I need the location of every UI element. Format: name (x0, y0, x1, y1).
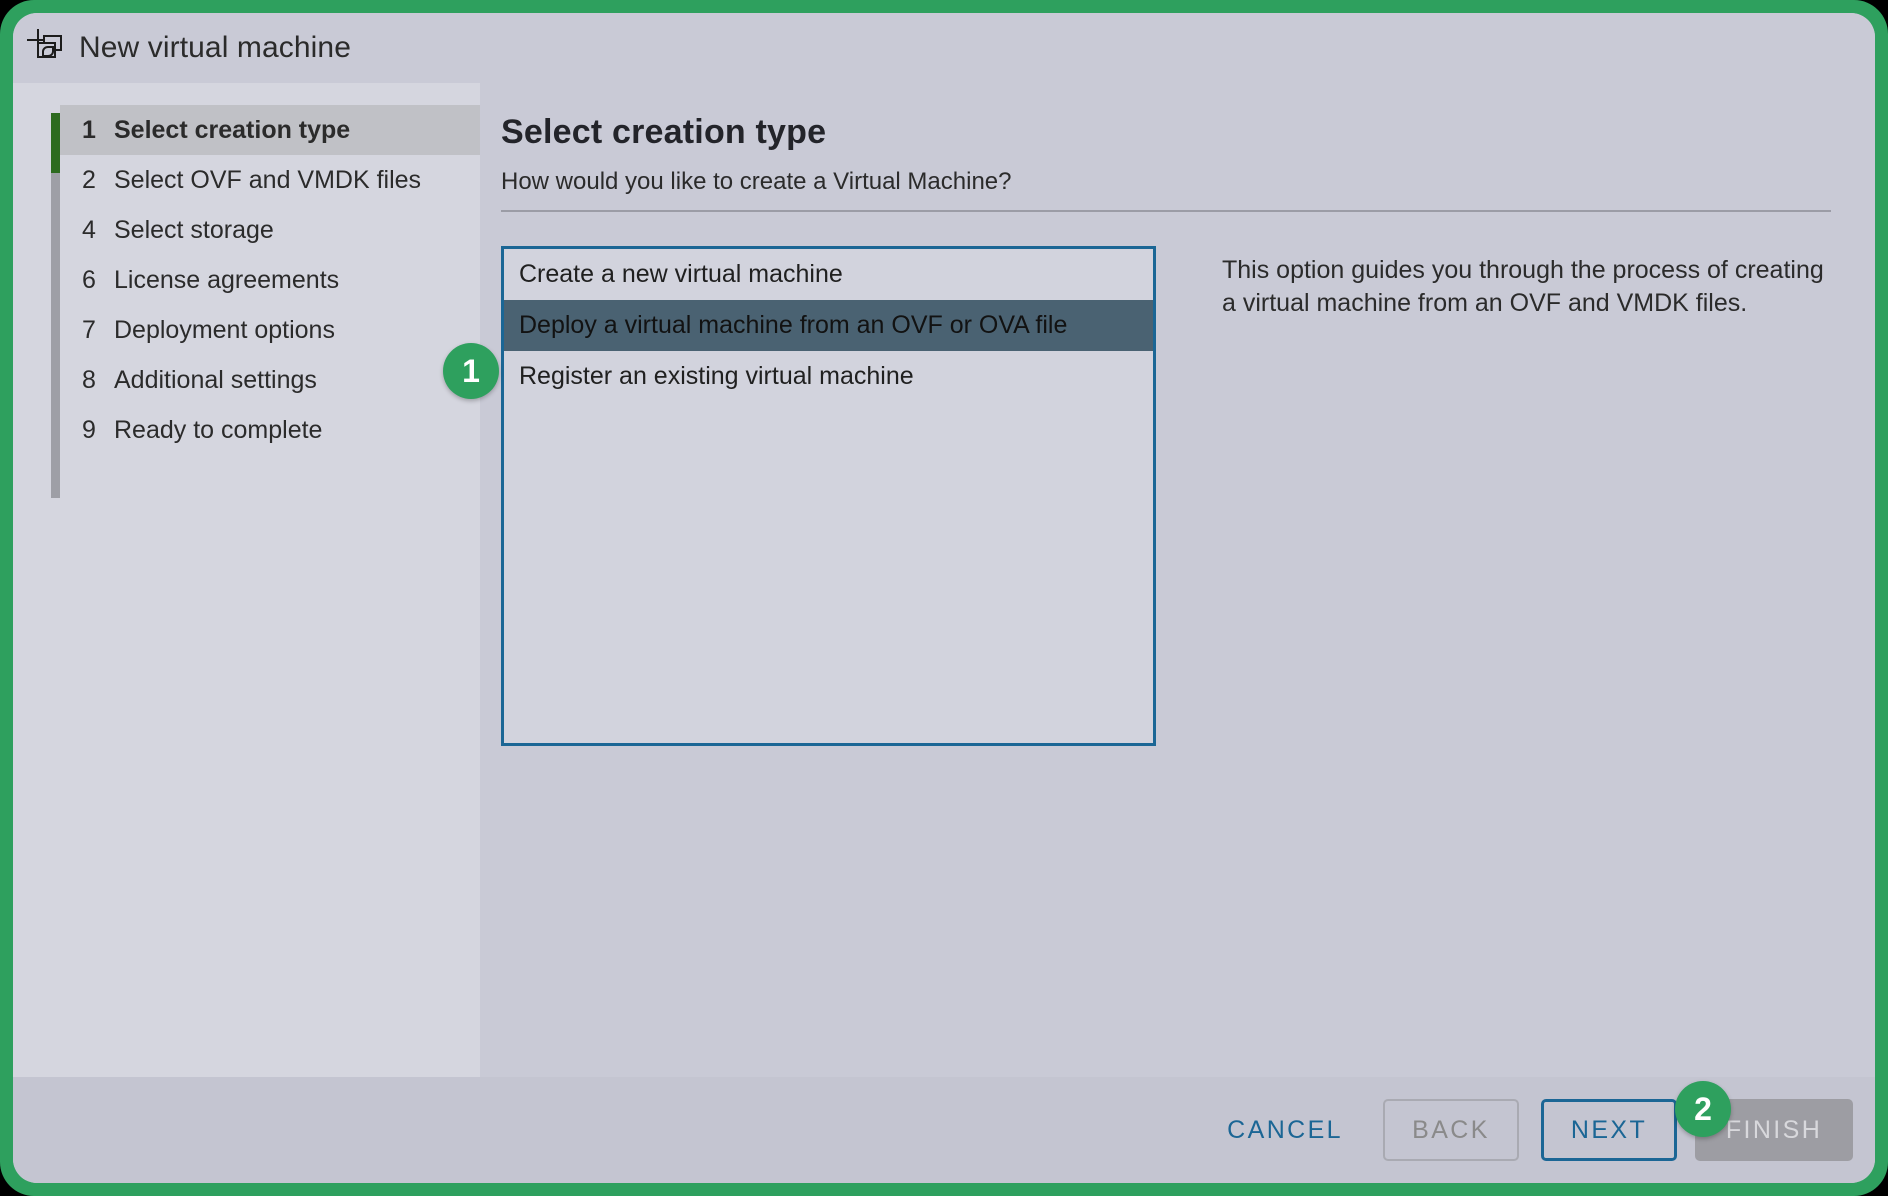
step-label: Select creation type (114, 115, 351, 144)
step-number: 1 (82, 115, 96, 144)
header-divider (501, 210, 1831, 212)
sidebar-step-1[interactable]: 1 Select creation type (60, 105, 480, 155)
step-label: Deployment options (114, 315, 335, 344)
step-number: 7 (82, 315, 96, 344)
callout-badge-1: 1 (443, 343, 499, 399)
sidebar-step-4[interactable]: 4 Select storage (60, 205, 480, 255)
new-virtual-machine-dialog: New virtual machine 1 Select creation ty… (13, 13, 1875, 1183)
step-number: 6 (82, 265, 96, 294)
new-vm-icon (25, 29, 69, 67)
sidebar-step-2[interactable]: 2 Select OVF and VMDK files (60, 155, 480, 205)
page-subtitle: How would you like to create a Virtual M… (501, 168, 1012, 195)
step-label: Select OVF and VMDK files (114, 165, 422, 194)
dialog-footer: CANCEL BACK NEXT FINISH (13, 1077, 1875, 1183)
option-register-existing-vm[interactable]: Register an existing virtual machine (504, 351, 1153, 402)
step-label: Ready to complete (114, 415, 323, 444)
back-button[interactable]: BACK (1383, 1099, 1519, 1161)
option-deploy-from-ovf[interactable]: Deploy a virtual machine from an OVF or … (504, 300, 1153, 351)
callout-badge-2: 2 (1675, 1081, 1731, 1137)
step-label: License agreements (114, 265, 340, 294)
step-number: 8 (82, 365, 96, 394)
sidebar-step-9[interactable]: 9 Ready to complete (60, 405, 480, 455)
wizard-content-panel: Select creation type How would you like … (480, 83, 1875, 1103)
step-label: Additional settings (114, 365, 317, 394)
option-description: This option guides you through the proce… (1222, 256, 1824, 317)
dialog-titlebar: New virtual machine (13, 13, 1875, 83)
sidebar-step-7[interactable]: 7 Deployment options (60, 305, 480, 355)
page-title: Select creation type (501, 113, 827, 151)
cancel-button[interactable]: CANCEL (1201, 1099, 1369, 1161)
sidebar-step-6[interactable]: 6 License agreements (60, 255, 480, 305)
step-number: 4 (82, 215, 96, 244)
wizard-step-sidebar: 1 Select creation type 2 Select OVF and … (13, 83, 480, 1103)
creation-type-listbox[interactable]: Create a new virtual machine Deploy a vi… (501, 246, 1156, 746)
step-number: 2 (82, 165, 96, 194)
wizard-progress-track (51, 113, 60, 498)
step-number: 9 (82, 415, 96, 444)
dialog-title: New virtual machine (79, 31, 352, 64)
next-button[interactable]: NEXT (1541, 1099, 1677, 1161)
sidebar-step-8[interactable]: 8 Additional settings (60, 355, 480, 405)
option-create-new-vm[interactable]: Create a new virtual machine (504, 249, 1153, 300)
content-body: Create a new virtual machine Deploy a vi… (501, 246, 1831, 746)
green-highlight-frame: New virtual machine 1 Select creation ty… (0, 0, 1888, 1196)
step-label: Select storage (114, 215, 274, 244)
wizard-progress-fill (51, 113, 60, 173)
